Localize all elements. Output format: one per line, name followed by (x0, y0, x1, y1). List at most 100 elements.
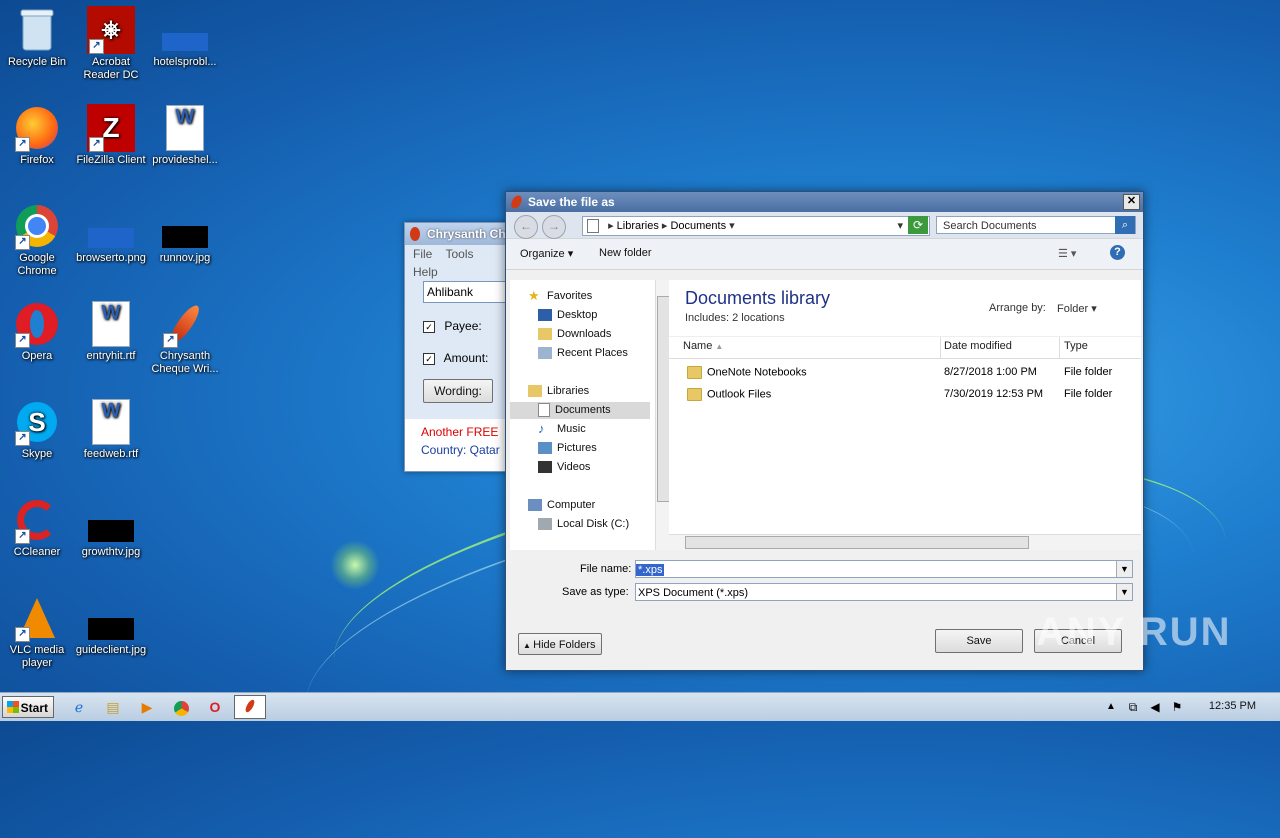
recent-places-icon (538, 347, 552, 360)
file-row[interactable]: Outlook Files 7/30/2019 12:53 PM File fo… (669, 388, 1141, 408)
filename-input[interactable]: *.xps ▼ (635, 560, 1133, 578)
search-icon[interactable]: ⌕ (1115, 216, 1135, 234)
desktop-icon-acrobat[interactable]: ⎈ ↗ Acrobat Reader DC (74, 6, 148, 82)
nav-desktop[interactable]: Desktop (538, 307, 597, 324)
column-header: Name ▲ Date modified Type (669, 336, 1141, 359)
clock[interactable]: 12:35 PM (1209, 700, 1256, 712)
flag-icon[interactable]: ⚑ (1166, 697, 1188, 717)
nav-videos[interactable]: Videos (538, 459, 590, 476)
address-dropdown-icon[interactable]: ▾ (897, 217, 903, 235)
nav-downloads[interactable]: Downloads (538, 326, 611, 343)
hide-folders-button[interactable]: ▲ Hide Folders (518, 633, 602, 655)
breadcrumb-libraries[interactable]: Libraries (617, 220, 659, 232)
bank-field[interactable]: Ahlibank (423, 281, 514, 303)
savetype-select[interactable]: XPS Document (*.xps) ▼ (635, 583, 1133, 601)
network-icon[interactable]: ⧉ (1122, 697, 1144, 717)
payee-label: Payee: (444, 319, 482, 333)
desktop-icon-runnov[interactable]: runnov.jpg (148, 202, 222, 265)
nav-music[interactable]: ♪ Music (538, 421, 586, 438)
close-button[interactable]: ✕ (1123, 194, 1140, 210)
desktop-icon-growthtv[interactable]: growthtv.jpg (74, 496, 148, 559)
nav-computer[interactable]: Computer (528, 497, 595, 514)
media-player-icon[interactable]: ▶ (136, 697, 158, 717)
filename-label: File name: (580, 563, 632, 575)
help-icon[interactable]: ? (1110, 245, 1125, 260)
computer-icon (528, 499, 542, 512)
save-dialog[interactable]: Save the file as ✕ ← → ▸ Libraries ▸ Doc… (505, 191, 1144, 671)
desktop-icon-filezilla[interactable]: Z ↗ FileZilla Client (74, 104, 148, 167)
chevron-down-icon[interactable]: ▼ (1116, 584, 1132, 600)
chevron-down-icon[interactable]: ▼ (1116, 561, 1132, 577)
chrysanth-menu: File Tools Help (405, 245, 509, 279)
nav-libraries[interactable]: Libraries (528, 383, 589, 400)
arrange-by-label: Arrange by: (989, 302, 1046, 314)
explorer-icon[interactable]: ▤ (102, 697, 124, 717)
desktop-icon-feedweb[interactable]: W feedweb.rtf (74, 398, 148, 461)
menu-file[interactable]: File (413, 247, 432, 261)
chrysanth-title: Chrysanth Ch (405, 223, 509, 245)
desktop-icon-opera[interactable]: ↗ Opera (0, 300, 74, 363)
start-button[interactable]: Start (2, 696, 54, 718)
file-list-hscrollbar[interactable] (669, 534, 1141, 550)
organize-button[interactable]: Organize ▾ (520, 247, 573, 260)
amount-row: ✓ Amount: (423, 351, 488, 365)
forward-button[interactable]: → (542, 215, 566, 239)
chrome-taskbar-icon[interactable] (170, 697, 192, 717)
feather-icon (509, 193, 524, 211)
column-type[interactable]: Type (1064, 340, 1088, 352)
desktop-icon-firefox[interactable]: ↗ Firefox (0, 104, 74, 167)
library-icon (587, 219, 599, 234)
chevron-up-icon[interactable]: ▲ (1100, 697, 1122, 717)
chrysanth-taskbar-button[interactable] (234, 695, 266, 719)
save-button[interactable]: Save (935, 629, 1023, 653)
column-date[interactable]: Date modified (944, 340, 1012, 352)
nav-pictures[interactable]: Pictures (538, 440, 597, 457)
desktop-icon-chrysanth[interactable]: ↗ Chrysanth Cheque Wri... (148, 300, 222, 376)
volume-icon[interactable]: ◀ (1144, 697, 1166, 717)
back-button[interactable]: ← (514, 215, 538, 239)
desktop-icon-guideclient[interactable]: guideclient.jpg (74, 594, 148, 657)
menu-help[interactable]: Help (413, 265, 438, 279)
payee-checkbox[interactable]: ✓ (423, 321, 435, 333)
chrysanth-window[interactable]: Chrysanth Ch File Tools Help Ahlibank ✓ … (404, 222, 514, 472)
column-name[interactable]: Name ▲ (683, 340, 723, 352)
search-input[interactable]: Search Documents ⌕ (936, 216, 1136, 234)
scrollbar-thumb[interactable] (685, 536, 1029, 549)
view-options-icon[interactable]: ☰ ▾ (1058, 247, 1076, 260)
taskbar: Start ℯ ▤ ▶ O ▲ ⧉ ◀ ⚑ 12:35 PM (0, 692, 1280, 721)
new-folder-button[interactable]: New folder (599, 247, 652, 259)
amount-label: Amount: (443, 351, 489, 365)
desktop-icon-chrome[interactable]: ↗ Google Chrome (0, 202, 74, 278)
dialog-title: Save the file as (528, 195, 615, 209)
amount-checkbox[interactable]: ✓ (423, 353, 435, 365)
ccleaner-icon: ↗ (13, 496, 61, 544)
desktop-icon-hotelsprobl[interactable]: hotelsprobl... (148, 6, 222, 69)
desktop-icon-skype[interactable]: S ↗ Skype (0, 398, 74, 461)
nav-scrollbar[interactable] (655, 280, 670, 550)
address-bar[interactable]: ▸ Libraries ▸ Documents ▾ ▾ (582, 216, 930, 236)
file-list-pane: Documents library Includes: 2 locations … (669, 280, 1141, 550)
arrange-by-dropdown[interactable]: Folder ▾ (1057, 302, 1097, 315)
wallpaper-glow (330, 540, 380, 590)
refresh-button[interactable]: ⟳ (908, 216, 928, 234)
nav-recent-places[interactable]: Recent Places (538, 345, 628, 362)
desktop-icon-recycle-bin[interactable]: Recycle Bin (0, 6, 74, 69)
file-row[interactable]: OneNote Notebooks 8/27/2018 1:00 PM File… (669, 366, 1141, 386)
black-image-icon (87, 594, 135, 642)
breadcrumb-documents[interactable]: Documents (670, 220, 726, 232)
desktop-icon-browserto[interactable]: browserto.png (74, 202, 148, 265)
nav-favorites[interactable]: ★ Favorites (528, 288, 592, 305)
folder-icon (687, 366, 702, 379)
desktop-icon-entryhit[interactable]: W entryhit.rtf (74, 300, 148, 363)
desktop-icon-provideshel[interactable]: W provideshel... (148, 104, 222, 167)
nav-local-disk[interactable]: Local Disk (C:) (538, 516, 629, 533)
ie-icon[interactable]: ℯ (68, 697, 90, 717)
downloads-icon (538, 328, 552, 341)
opera-taskbar-icon[interactable]: O (204, 697, 226, 717)
desktop-icon-ccleaner[interactable]: ↗ CCleaner (0, 496, 74, 559)
vlc-icon: ↗ (13, 594, 61, 642)
menu-tools[interactable]: Tools (445, 247, 473, 261)
wording-button[interactable]: Wording: (423, 379, 493, 403)
desktop-icon-vlc[interactable]: ↗ VLC media player (0, 594, 74, 670)
nav-documents[interactable]: Documents (510, 402, 650, 419)
